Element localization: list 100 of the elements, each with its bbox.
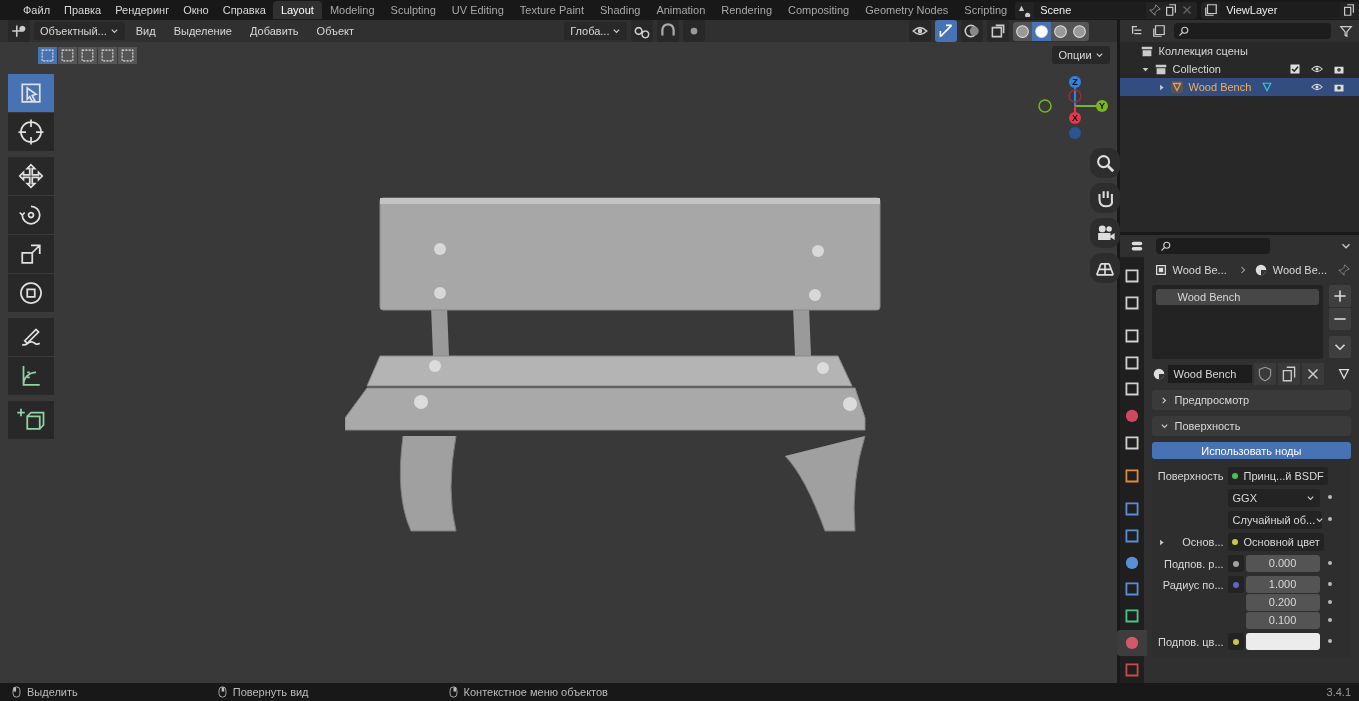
3d-viewport[interactable]: Объектный... Вид Выделение Добавить Объект Глоба... Опции Z Y X (0, 20, 1117, 683)
view-layer-name[interactable]: ViewLayer (1220, 2, 1341, 18)
image-stack-icon[interactable] (1151, 24, 1166, 38)
checkbox-icon[interactable] (1289, 63, 1301, 75)
viewport-menu[interactable]: Выделение (166, 25, 239, 37)
pivot-icon[interactable] (631, 20, 654, 42)
annotate-tool-icon[interactable] (8, 318, 54, 356)
viewport-menu[interactable]: Добавить (242, 25, 306, 37)
hand-icon[interactable] (1090, 183, 1120, 213)
add-icon[interactable] (1329, 285, 1351, 307)
view-layer-selector[interactable]: ViewLayer (1201, 1, 1359, 19)
workspace-tab[interactable]: Compositing (780, 1, 858, 19)
select-tool-icon[interactable] (8, 74, 54, 112)
socket-link-field[interactable]: Основной цвет (1227, 533, 1324, 551)
copy-icon[interactable] (1342, 3, 1357, 17)
menu-item[interactable]: Справка (215, 4, 273, 16)
workspace-tab[interactable]: Sculpting (382, 1, 444, 19)
expand-toggle-icon[interactable] (1157, 83, 1165, 91)
zoom-icon[interactable] (1090, 148, 1120, 178)
scale-tool-icon[interactable] (8, 235, 54, 273)
workspace-tab[interactable]: Modeling (321, 1, 383, 19)
material-slot[interactable]: Wood Bench (1155, 289, 1319, 305)
close-icon[interactable] (1301, 363, 1324, 385)
expand-toggle-icon[interactable] (1157, 538, 1165, 546)
selection-mode-icon[interactable] (118, 46, 137, 64)
shading-mode-button[interactable] (1031, 21, 1051, 41)
workspace-tab[interactable]: Scripting (956, 1, 1016, 19)
workspace-tab[interactable]: UV Editing (443, 1, 512, 19)
editor-type-icon[interactable] (8, 20, 30, 42)
selection-mode-icon[interactable] (98, 46, 117, 64)
keyframe-dot[interactable] (1327, 517, 1332, 521)
dropdown-field[interactable]: GGX (1227, 489, 1320, 507)
shield-icon[interactable] (1253, 363, 1276, 385)
workspace-tab[interactable]: Shading (592, 1, 649, 19)
number-field[interactable]: 0.200 (1245, 594, 1320, 611)
socket-link-field[interactable]: Принц...й BSDF (1227, 467, 1328, 485)
number-field[interactable]: 0.100 (1245, 612, 1320, 629)
mode-dropdown[interactable]: Объектный... (34, 22, 125, 40)
copy-icon[interactable] (1277, 363, 1300, 385)
workspace-tab[interactable]: Animation (648, 1, 714, 19)
rotate-tool-icon[interactable] (8, 196, 54, 234)
keyframe-dot[interactable] (1327, 561, 1332, 565)
filter-icon[interactable] (1339, 24, 1353, 38)
number-field[interactable]: 0.000 (1245, 555, 1320, 572)
material-tab-icon[interactable] (1116, 630, 1147, 657)
keyframe-dot[interactable] (1327, 618, 1332, 622)
keyframe-dot[interactable] (1327, 600, 1332, 604)
proportional-edit-icon[interactable] (683, 20, 706, 42)
remove-icon[interactable] (1329, 308, 1351, 330)
move-tool-icon[interactable] (8, 157, 54, 195)
workspace-tab[interactable]: Rendering (713, 1, 781, 19)
mesh-data-icon[interactable] (1337, 367, 1351, 381)
transform-tool-icon[interactable] (8, 274, 54, 312)
material-sphere-icon[interactable] (1151, 367, 1166, 381)
keyframe-dot[interactable] (1327, 582, 1332, 586)
grid-icon[interactable] (1090, 253, 1120, 283)
xray-icon[interactable] (986, 20, 1009, 42)
tree-item-label[interactable]: Wood Bench (1188, 81, 1252, 93)
tree-item-label[interactable]: Коллекция сцены (1158, 45, 1248, 57)
workspace-tab[interactable]: Layout (272, 1, 322, 19)
outliner-row[interactable]: Wood Bench (1119, 78, 1359, 96)
camera-icon[interactable] (1090, 218, 1120, 248)
add-tool-icon[interactable] (8, 401, 54, 439)
keyframe-dot[interactable] (1327, 495, 1332, 499)
gizmo-toggle-icon[interactable] (934, 20, 957, 42)
use-nodes-button[interactable]: Использовать ноды (1151, 442, 1351, 459)
measure-tool-icon[interactable] (8, 357, 54, 395)
workspace-tab[interactable]: Geometry Nodes (857, 1, 957, 19)
menu-item[interactable]: Рендеринг (108, 4, 177, 16)
chevron-down-icon[interactable] (1329, 336, 1351, 358)
color-swatch-field[interactable] (1245, 633, 1320, 650)
dropdown-field[interactable]: Случайный об... (1227, 511, 1322, 529)
cursor-tool-icon[interactable] (8, 113, 54, 151)
copy-icon[interactable] (1164, 3, 1179, 17)
expand-toggle-icon[interactable] (1141, 65, 1149, 73)
search-field[interactable] (1155, 238, 1270, 254)
tree-item-label[interactable]: Collection (1172, 63, 1221, 75)
selection-mode-icon[interactable] (58, 46, 77, 64)
eye-icon[interactable] (1311, 63, 1323, 75)
orientation-dropdown[interactable]: Глоба... (564, 22, 628, 40)
panel-header[interactable]: Предпросмотр (1151, 390, 1351, 410)
panel-header[interactable]: Поверхность (1151, 416, 1351, 436)
viewport-menu[interactable]: Объект (309, 25, 362, 37)
viewport-menu[interactable]: Вид (128, 25, 163, 37)
scene-selector[interactable]: Scene (1015, 1, 1198, 19)
overlay-icon[interactable] (960, 20, 983, 42)
search-field[interactable] (1173, 23, 1331, 39)
scene-name[interactable]: Scene (1034, 2, 1147, 18)
material-name-field[interactable]: Wood Bench (1167, 365, 1252, 383)
visibility-icon[interactable] (908, 20, 931, 42)
options-dropdown[interactable]: Опции (1052, 46, 1110, 64)
menu-item[interactable]: Окно (176, 4, 216, 16)
pin-icon[interactable] (1337, 263, 1351, 277)
workspace-tab[interactable]: Texture Paint (511, 1, 592, 19)
keyframe-dot[interactable] (1327, 639, 1332, 643)
selection-mode-icon[interactable] (38, 46, 57, 64)
pin-icon[interactable] (1148, 3, 1163, 17)
snap-icon[interactable] (657, 20, 680, 42)
editor-type-icon[interactable] (1129, 239, 1144, 253)
menu-item[interactable]: Правка (57, 4, 109, 16)
